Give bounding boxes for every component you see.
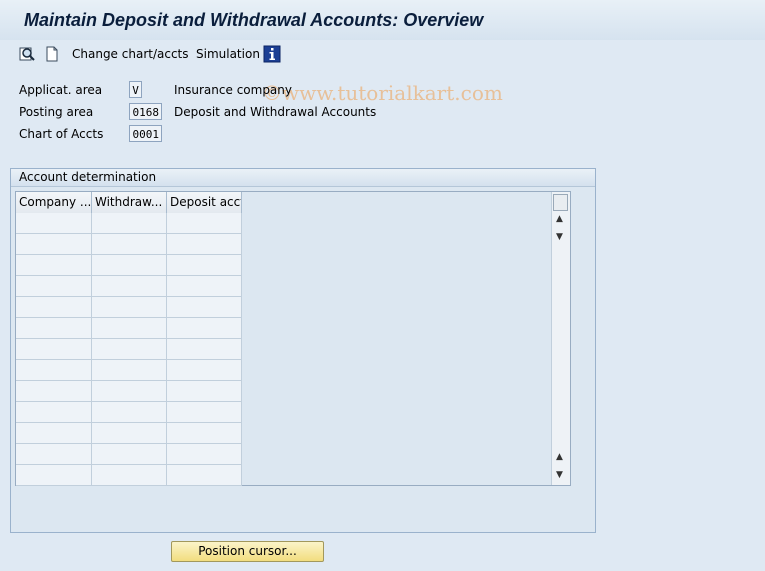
table-cell[interactable] <box>167 297 242 318</box>
change-chart-button[interactable]: Change chart/accts <box>72 47 189 61</box>
table-cell[interactable] <box>92 213 167 234</box>
table-cell[interactable] <box>92 423 167 444</box>
scroll-up-icon[interactable]: ▲ <box>556 214 563 224</box>
simulation-button[interactable]: Simulation <box>196 47 260 61</box>
table-cell[interactable] <box>167 234 242 255</box>
table-cell[interactable] <box>167 402 242 423</box>
chart-of-accts-label: Chart of Accts <box>19 127 104 141</box>
applic-area-desc: Insurance company <box>174 83 292 97</box>
table-cell[interactable] <box>167 360 242 381</box>
table-scrollbar[interactable]: ▲ ▼ ▲ ▼ <box>551 192 570 485</box>
table-cell[interactable] <box>92 255 167 276</box>
posting-area-label: Posting area <box>19 105 94 119</box>
title-bar: Maintain Deposit and Withdrawal Accounts… <box>0 0 765 40</box>
column-header-withdrawal[interactable]: Withdraw... <box>92 192 167 213</box>
table-cell[interactable] <box>16 255 92 276</box>
group-header: Account determination <box>11 169 595 187</box>
table-cell[interactable] <box>16 276 92 297</box>
table-cell[interactable] <box>92 297 167 318</box>
column-header-deposit[interactable]: Deposit acct <box>167 192 242 213</box>
table-cell[interactable] <box>167 381 242 402</box>
new-document-icon[interactable] <box>43 45 61 63</box>
scroll-page-down-icon[interactable]: ▼ <box>556 470 563 480</box>
table-cell[interactable] <box>16 339 92 360</box>
table-cell[interactable] <box>92 402 167 423</box>
table-cell[interactable] <box>16 318 92 339</box>
chart-of-accts-field[interactable]: 0001 <box>129 125 162 142</box>
table-cell[interactable] <box>16 423 92 444</box>
watermark-text: ©www.tutorialkart.com <box>262 81 503 105</box>
table-cell[interactable] <box>92 381 167 402</box>
group-title: Account determination <box>19 170 157 184</box>
table-cell[interactable] <box>167 318 242 339</box>
page-title: Maintain Deposit and Withdrawal Accounts… <box>24 10 484 30</box>
posting-area-desc: Deposit and Withdrawal Accounts <box>174 105 377 119</box>
application-toolbar: Change chart/accts Simulation ©www.tutor… <box>0 41 765 105</box>
table-cell[interactable] <box>16 213 92 234</box>
table-cell[interactable] <box>167 213 242 234</box>
table-cell[interactable] <box>16 402 92 423</box>
table-cell[interactable] <box>16 444 92 465</box>
applic-area-field[interactable]: V <box>129 81 142 98</box>
account-determination-table: Company ... Withdraw... Deposit acct ▲ ▼… <box>15 191 571 486</box>
search-display-icon[interactable] <box>18 45 36 63</box>
table-cell[interactable] <box>92 276 167 297</box>
table-cell[interactable] <box>92 234 167 255</box>
table-cell[interactable] <box>92 444 167 465</box>
table-cell[interactable] <box>167 339 242 360</box>
posting-area-field[interactable]: 0168 <box>129 103 162 120</box>
table-cell[interactable] <box>167 423 242 444</box>
scroll-page-up-icon[interactable]: ▲ <box>556 452 563 462</box>
table-cell[interactable] <box>16 360 92 381</box>
table-cell[interactable] <box>92 360 167 381</box>
table-cell[interactable] <box>167 255 242 276</box>
table-cell[interactable] <box>92 465 167 486</box>
table-cell[interactable] <box>167 465 242 486</box>
table-cell[interactable] <box>92 318 167 339</box>
applic-area-label: Applicat. area <box>19 83 103 97</box>
table-cell[interactable] <box>16 297 92 318</box>
column-header-company[interactable]: Company ... <box>16 192 92 213</box>
position-cursor-button[interactable]: Position cursor... <box>171 541 324 562</box>
table-cell[interactable] <box>16 234 92 255</box>
scroll-column-button[interactable] <box>553 194 568 211</box>
table-cell[interactable] <box>16 381 92 402</box>
table-cell[interactable] <box>92 339 167 360</box>
table-cell[interactable] <box>167 276 242 297</box>
table-cell[interactable] <box>167 444 242 465</box>
table-cell[interactable] <box>16 465 92 486</box>
scroll-down-icon[interactable]: ▼ <box>556 232 563 242</box>
info-icon[interactable] <box>263 45 281 63</box>
